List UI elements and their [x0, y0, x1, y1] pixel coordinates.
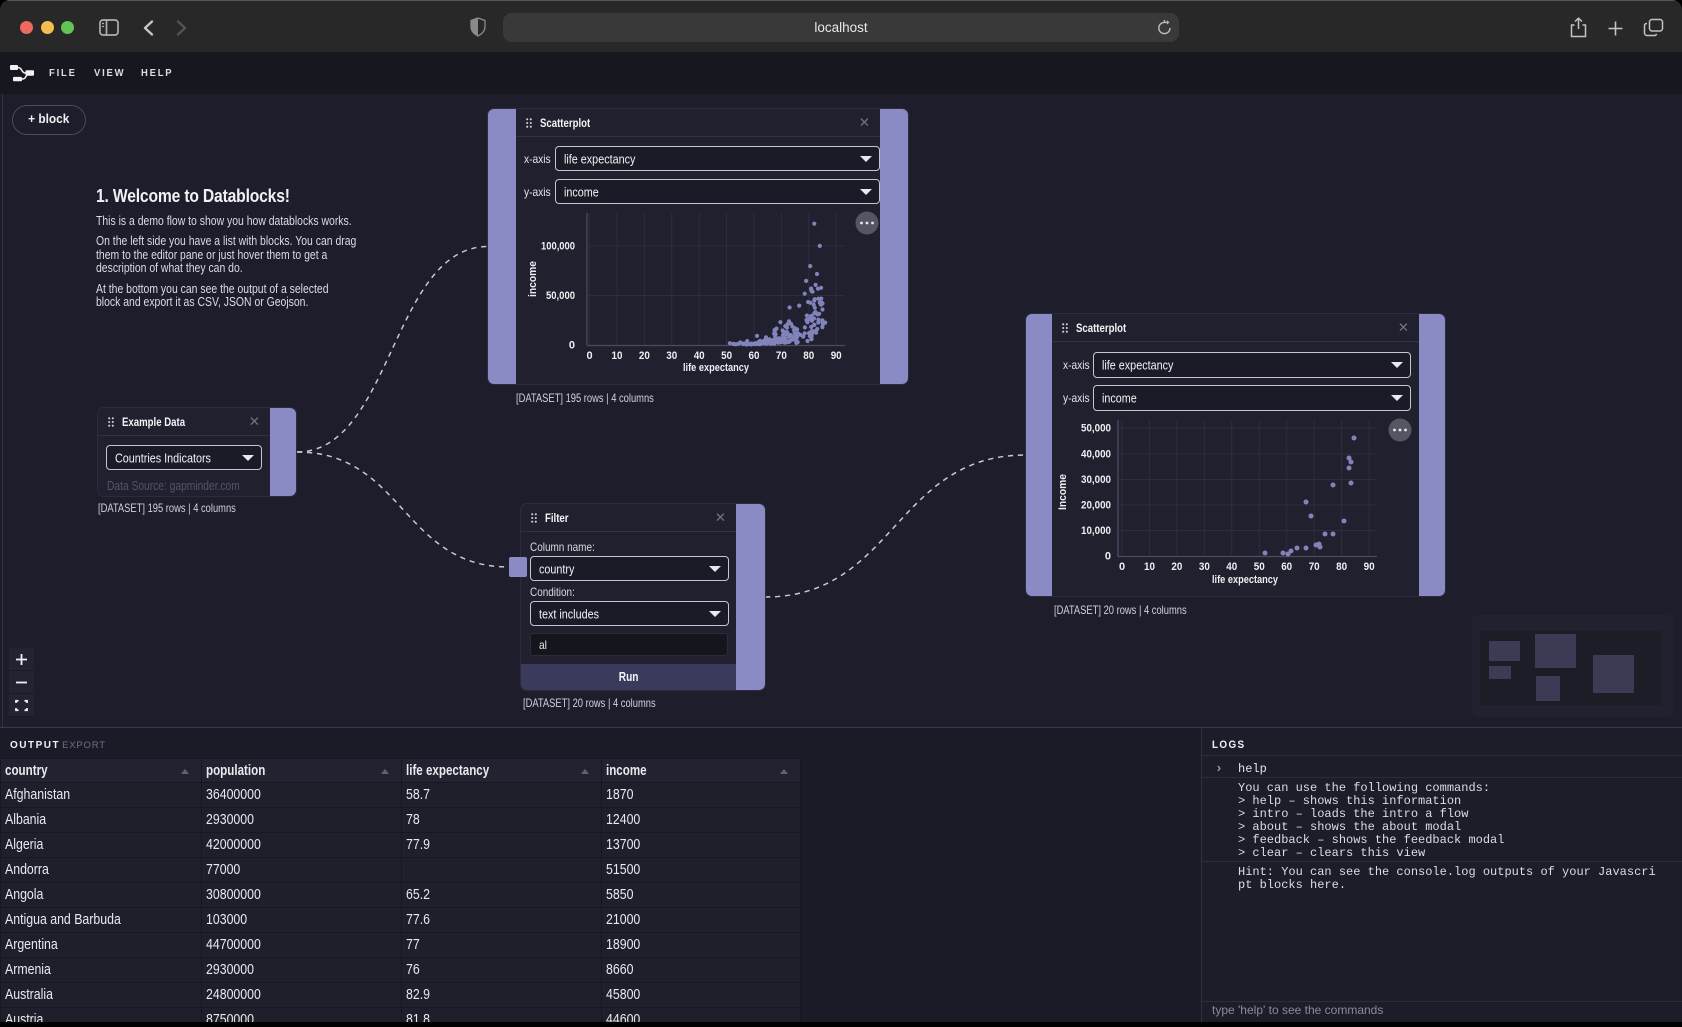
svg-text:10,000: 10,000 — [1081, 525, 1111, 537]
svg-text:20,000: 20,000 — [1081, 500, 1111, 512]
svg-text:90: 90 — [831, 350, 842, 362]
svg-text:0: 0 — [1119, 561, 1125, 573]
svg-text:50: 50 — [721, 350, 732, 362]
svg-text:income: income — [527, 261, 539, 297]
svg-text:40: 40 — [1226, 561, 1237, 573]
svg-text:80: 80 — [803, 350, 814, 362]
svg-text:0: 0 — [587, 350, 593, 362]
svg-text:50,000: 50,000 — [1081, 423, 1111, 435]
svg-text:70: 70 — [1309, 561, 1320, 573]
svg-text:50,000: 50,000 — [546, 290, 575, 302]
svg-text:60: 60 — [749, 350, 760, 362]
svg-text:20: 20 — [1171, 561, 1182, 573]
svg-text:life expectancy: life expectancy — [683, 362, 750, 374]
svg-text:50: 50 — [1254, 561, 1265, 573]
svg-text:10: 10 — [1144, 561, 1155, 573]
svg-text:70: 70 — [776, 350, 787, 362]
svg-text:80: 80 — [1336, 561, 1347, 573]
svg-text:40,000: 40,000 — [1081, 449, 1111, 461]
svg-text:40: 40 — [694, 350, 705, 362]
svg-text:30: 30 — [666, 350, 677, 362]
svg-text:Income: Income — [1057, 474, 1069, 510]
svg-text:30: 30 — [1199, 561, 1210, 573]
svg-text:20: 20 — [639, 350, 650, 362]
svg-text:60: 60 — [1281, 561, 1292, 573]
svg-text:90: 90 — [1364, 561, 1375, 573]
svg-text:0: 0 — [1105, 551, 1111, 563]
svg-text:0: 0 — [569, 340, 575, 352]
svg-text:100,000: 100,000 — [541, 241, 575, 253]
svg-text:10: 10 — [612, 350, 623, 362]
svg-text:30,000: 30,000 — [1081, 474, 1111, 486]
svg-text:life expectancy: life expectancy — [1212, 574, 1279, 586]
